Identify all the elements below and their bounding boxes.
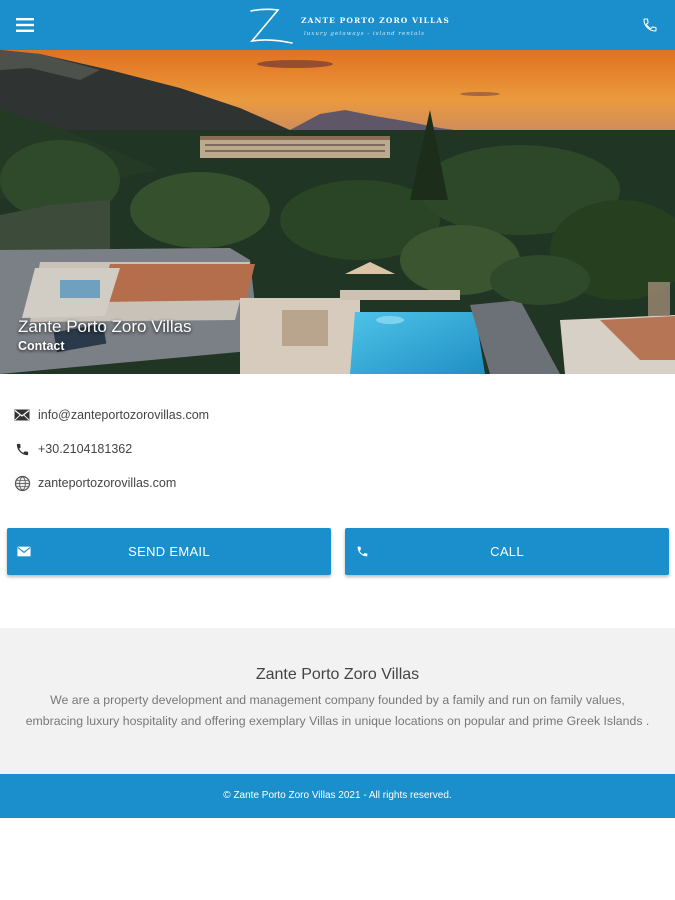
- phone-icon: [643, 18, 657, 32]
- hero-banner: Zante Porto Zoro Villas Contact: [0, 50, 675, 374]
- about-description: We are a property development and manage…: [25, 693, 650, 728]
- envelope-icon: [13, 406, 31, 424]
- about-title: Zante Porto Zoro Villas: [255, 666, 420, 683]
- menu-button[interactable]: [10, 12, 40, 38]
- call-label: CALL: [490, 544, 524, 559]
- contact-website: zanteportozorovillas.com: [38, 476, 177, 490]
- phone-icon: [13, 440, 31, 458]
- brand-tagline: luxury getaways - island rentals: [304, 31, 425, 37]
- footer: © Zante Porto Zoro Villas 2021 - All rig…: [0, 774, 675, 818]
- call-button[interactable]: CALL: [345, 528, 669, 575]
- send-email-button[interactable]: SEND EMAIL: [7, 528, 331, 575]
- brand-name: ZANTE PORTO ZORO VILLAS: [301, 16, 450, 25]
- hero-subtitle: Contact: [18, 339, 65, 353]
- contact-website-row[interactable]: zanteportozorovillas.com: [13, 473, 176, 493]
- call-header-button[interactable]: [635, 10, 665, 40]
- globe-icon: [13, 474, 31, 492]
- hero-title: Zante Porto Zoro Villas: [18, 317, 192, 336]
- hamburger-menu-icon: [16, 18, 34, 32]
- contact-email: info@zanteportozorovillas.com: [38, 408, 210, 422]
- about-section: Zante Porto Zoro Villas We are a propert…: [0, 628, 675, 774]
- contact-email-row[interactable]: info@zanteportozorovillas.com: [13, 405, 209, 425]
- send-email-label: SEND EMAIL: [128, 544, 210, 559]
- contact-phone: +30.2104181362: [38, 442, 133, 456]
- z-logo-icon: [249, 8, 293, 44]
- top-app-bar: ZANTE PORTO ZORO VILLAS luxury getaways …: [0, 0, 675, 50]
- footer-copyright: © Zante Porto Zoro Villas 2021 - All rig…: [223, 790, 452, 801]
- brand-logo[interactable]: ZANTE PORTO ZORO VILLAS luxury getaways …: [246, 7, 449, 45]
- contact-phone-row[interactable]: +30.2104181362: [13, 439, 132, 459]
